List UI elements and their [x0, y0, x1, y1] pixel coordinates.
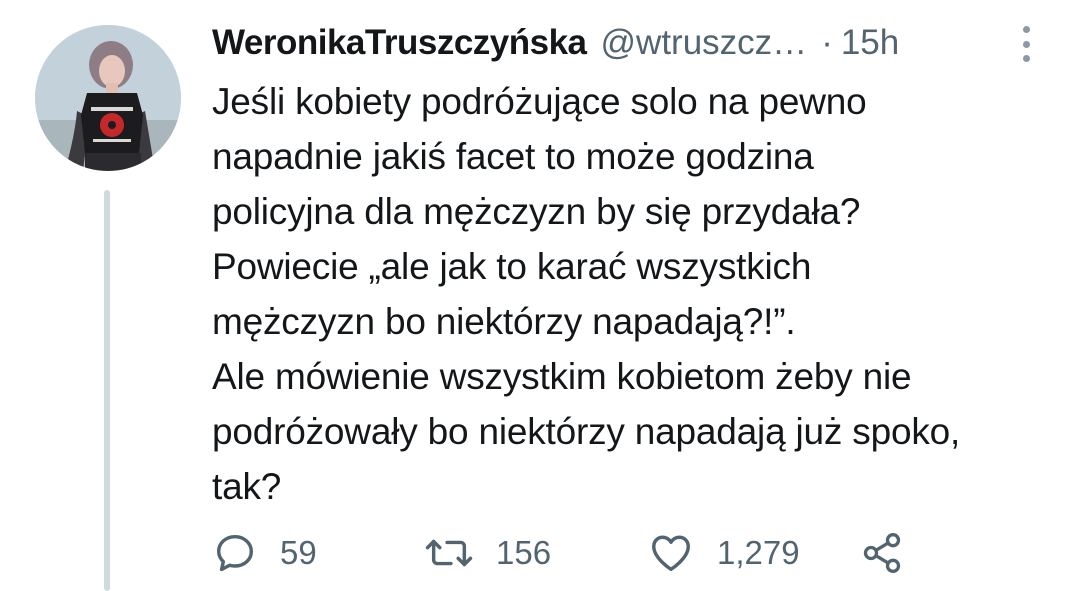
retweet-button[interactable]: 156 — [424, 528, 551, 578]
tweet-header: WeronikaTruszczyńska @wtruszcz… · 15h — [212, 18, 1062, 68]
like-button[interactable]: 1,279 — [647, 528, 800, 578]
avatar-photo — [35, 25, 181, 171]
like-count: 1,279 — [717, 534, 800, 571]
avatar[interactable] — [35, 25, 181, 171]
tweet-content: WeronikaTruszczyńska @wtruszcz… · 15h Je… — [212, 18, 1062, 514]
retweet-icon — [425, 539, 473, 567]
reply-count: 59 — [280, 534, 317, 571]
retweet-count: 156 — [496, 534, 552, 571]
reply-button[interactable]: 59 — [212, 528, 317, 578]
tweet-text: Jeśli kobiety podróżujące solo na pewno … — [212, 81, 961, 507]
heart-icon — [652, 535, 690, 572]
reply-icon — [216, 534, 254, 572]
author-name[interactable]: WeronikaTruszczyńska — [212, 18, 587, 68]
tweet-time[interactable]: 15h — [841, 18, 899, 68]
more-vertical-icon[interactable] — [1020, 26, 1032, 62]
separator-dot: · — [821, 23, 833, 62]
thread-line — [104, 190, 110, 591]
share-icon — [863, 533, 901, 573]
tweet[interactable]: WeronikaTruszczyńska @wtruszcz… · 15h Je… — [0, 0, 1080, 591]
tweet-actions: 59 156 1,279 — [212, 528, 972, 578]
author-handle[interactable]: @wtruszcz… — [601, 18, 808, 68]
share-button[interactable] — [860, 528, 904, 578]
